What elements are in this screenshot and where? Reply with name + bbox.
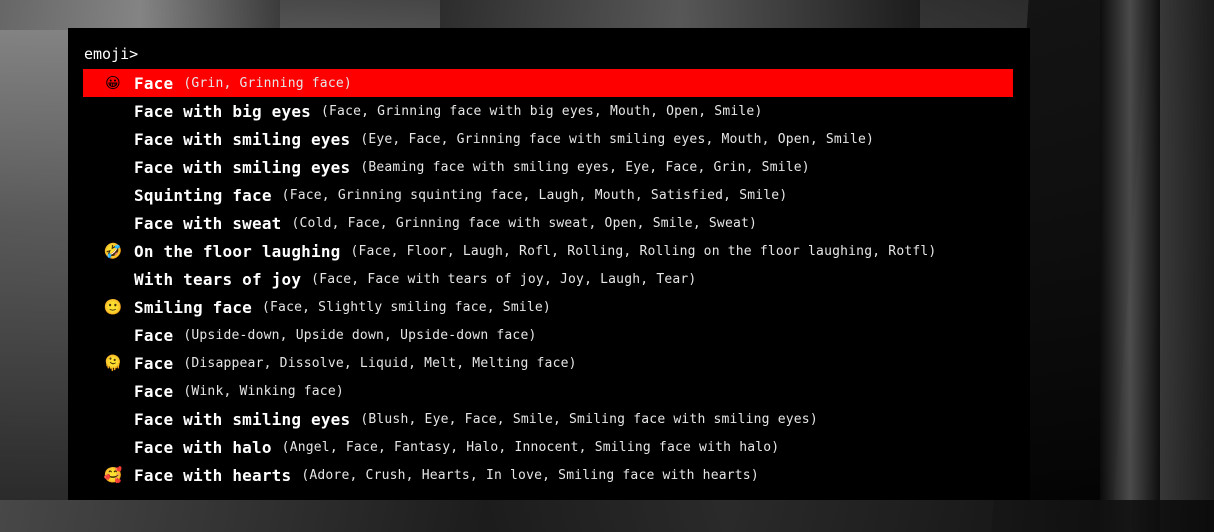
- emoji-glyph-icon: 😀: [105, 73, 121, 92]
- result-name: Face with smiling eyes: [134, 409, 351, 429]
- result-name: With tears of joy: [134, 269, 302, 289]
- result-keywords: (Face, Grinning face with big eyes, Mout…: [321, 103, 763, 119]
- emoji-glyph-icon: 😁: [105, 157, 121, 176]
- result-keywords: (Face, Grinning squinting face, Laugh, M…: [281, 187, 788, 203]
- result-row[interactable]: 😁 Face with smiling eyes (Beaming face wit…: [83, 153, 1013, 181]
- emoji-launcher-window: emoji> 😀 Face (Grin, Grinning face) 😃 Face w…: [68, 28, 1030, 500]
- result-keywords: (Upside-down, Upside down, Upside-down f…: [183, 327, 537, 343]
- result-keywords: (Wink, Winking face): [183, 383, 344, 399]
- result-row[interactable]: 😂 With tears of joy (Face, Face with tears…: [83, 265, 1013, 293]
- result-keywords: (Blush, Eye, Face, Smile, Smiling face w…: [360, 411, 818, 427]
- wallpaper-shade: [1160, 0, 1214, 532]
- result-keywords: (Cold, Face, Grinning face with sweat, O…: [291, 215, 758, 231]
- emoji-glyph-icon: 🥰: [103, 465, 123, 484]
- result-row[interactable]: 🥰 Face with hearts (Adore, Crush, Hearts, …: [83, 461, 1013, 489]
- result-name: Face with sweat: [134, 213, 282, 233]
- result-name: Face with halo: [134, 437, 272, 457]
- result-keywords: (Face, Face with tears of joy, Joy, Laug…: [311, 271, 697, 287]
- emoji-glyph-icon: 😅: [105, 213, 121, 232]
- result-keywords: (Eye, Face, Grinning face with smiling e…: [360, 131, 875, 147]
- result-name: On the floor laughing: [134, 241, 341, 261]
- result-row[interactable]: 😊 Face with smiling eyes (Blush, Eye, Face…: [83, 405, 1013, 433]
- result-row[interactable]: 😆 Squinting face (Face, Grinning squinting…: [83, 181, 1013, 209]
- wallpaper-shade: [440, 0, 920, 30]
- emoji-glyph-icon: 😄: [105, 129, 121, 148]
- emoji-glyph-icon: 😉: [105, 381, 121, 400]
- emoji-glyph-icon: 😃: [105, 101, 121, 120]
- emoji-glyph-icon: 🤣: [103, 241, 123, 260]
- result-row[interactable]: 😉 Face (Wink, Winking face): [83, 377, 1013, 405]
- prompt-label: emoji>: [84, 45, 139, 63]
- result-name: Face with smiling eyes: [134, 157, 351, 177]
- wallpaper-shade: [0, 500, 1214, 532]
- result-name: Squinting face: [134, 185, 272, 205]
- results-list: 😀 Face (Grin, Grinning face) 😃 Face with big…: [83, 69, 1013, 489]
- result-keywords: (Grin, Grinning face): [183, 75, 352, 91]
- result-keywords: (Face, Floor, Laugh, Rofl, Rolling, Roll…: [350, 243, 937, 259]
- emoji-glyph-icon: 😆: [105, 185, 121, 204]
- result-row[interactable]: 🤣 On the floor laughing (Face, Floor, Laug…: [83, 237, 1013, 265]
- result-row[interactable]: 😅 Face with sweat (Cold, Face, Grinning fa…: [83, 209, 1013, 237]
- result-name: Smiling face: [134, 297, 252, 317]
- prompt-row: emoji>: [84, 42, 843, 66]
- wallpaper-shade: [1100, 0, 1160, 532]
- result-name: Face: [134, 353, 174, 373]
- result-row[interactable]: 😄 Face with smiling eyes (Eye, Face, Grinn…: [83, 125, 1013, 153]
- result-row[interactable]: 😃 Face with big eyes (Face, Grinning face …: [83, 97, 1013, 125]
- emoji-glyph-icon: 🫠: [103, 353, 123, 372]
- result-row[interactable]: 🙃 Face (Upside-down, Upside down, Upside-d…: [83, 321, 1013, 349]
- result-keywords: (Adore, Crush, Hearts, In love, Smiling …: [301, 467, 759, 483]
- result-name: Face: [134, 381, 174, 401]
- emoji-glyph-icon: 🙂: [103, 297, 123, 316]
- wallpaper-shade: [0, 0, 280, 30]
- result-row[interactable]: 🫠 Face (Disappear, Dissolve, Liquid, Melt,…: [83, 349, 1013, 377]
- result-row-selected[interactable]: 😀 Face (Grin, Grinning face): [83, 69, 1013, 97]
- result-keywords: (Face, Slightly smiling face, Smile): [262, 299, 551, 315]
- result-name: Face: [134, 73, 174, 93]
- emoji-glyph-icon: 😂: [104, 269, 122, 288]
- emoji-glyph-icon: 😊: [105, 409, 121, 428]
- result-name: Face with smiling eyes: [134, 129, 351, 149]
- emoji-glyph-icon: 🙃: [105, 325, 121, 344]
- result-keywords: (Disappear, Dissolve, Liquid, Melt, Melt…: [183, 355, 577, 371]
- result-name: Face with big eyes: [134, 101, 311, 121]
- result-keywords: (Beaming face with smiling eyes, Eye, Fa…: [360, 159, 810, 175]
- result-name: Face with hearts: [134, 465, 292, 485]
- result-row[interactable]: 🙂 Smiling face (Face, Slightly smiling fac…: [83, 293, 1013, 321]
- wallpaper-shade: [0, 30, 68, 500]
- search-input[interactable]: [138, 45, 843, 63]
- emoji-glyph-icon: 😇: [105, 437, 121, 456]
- result-row[interactable]: 😇 Face with halo (Angel, Face, Fantasy, Ha…: [83, 433, 1013, 461]
- result-keywords: (Angel, Face, Fantasy, Halo, Innocent, S…: [281, 439, 780, 455]
- result-name: Face: [134, 325, 174, 345]
